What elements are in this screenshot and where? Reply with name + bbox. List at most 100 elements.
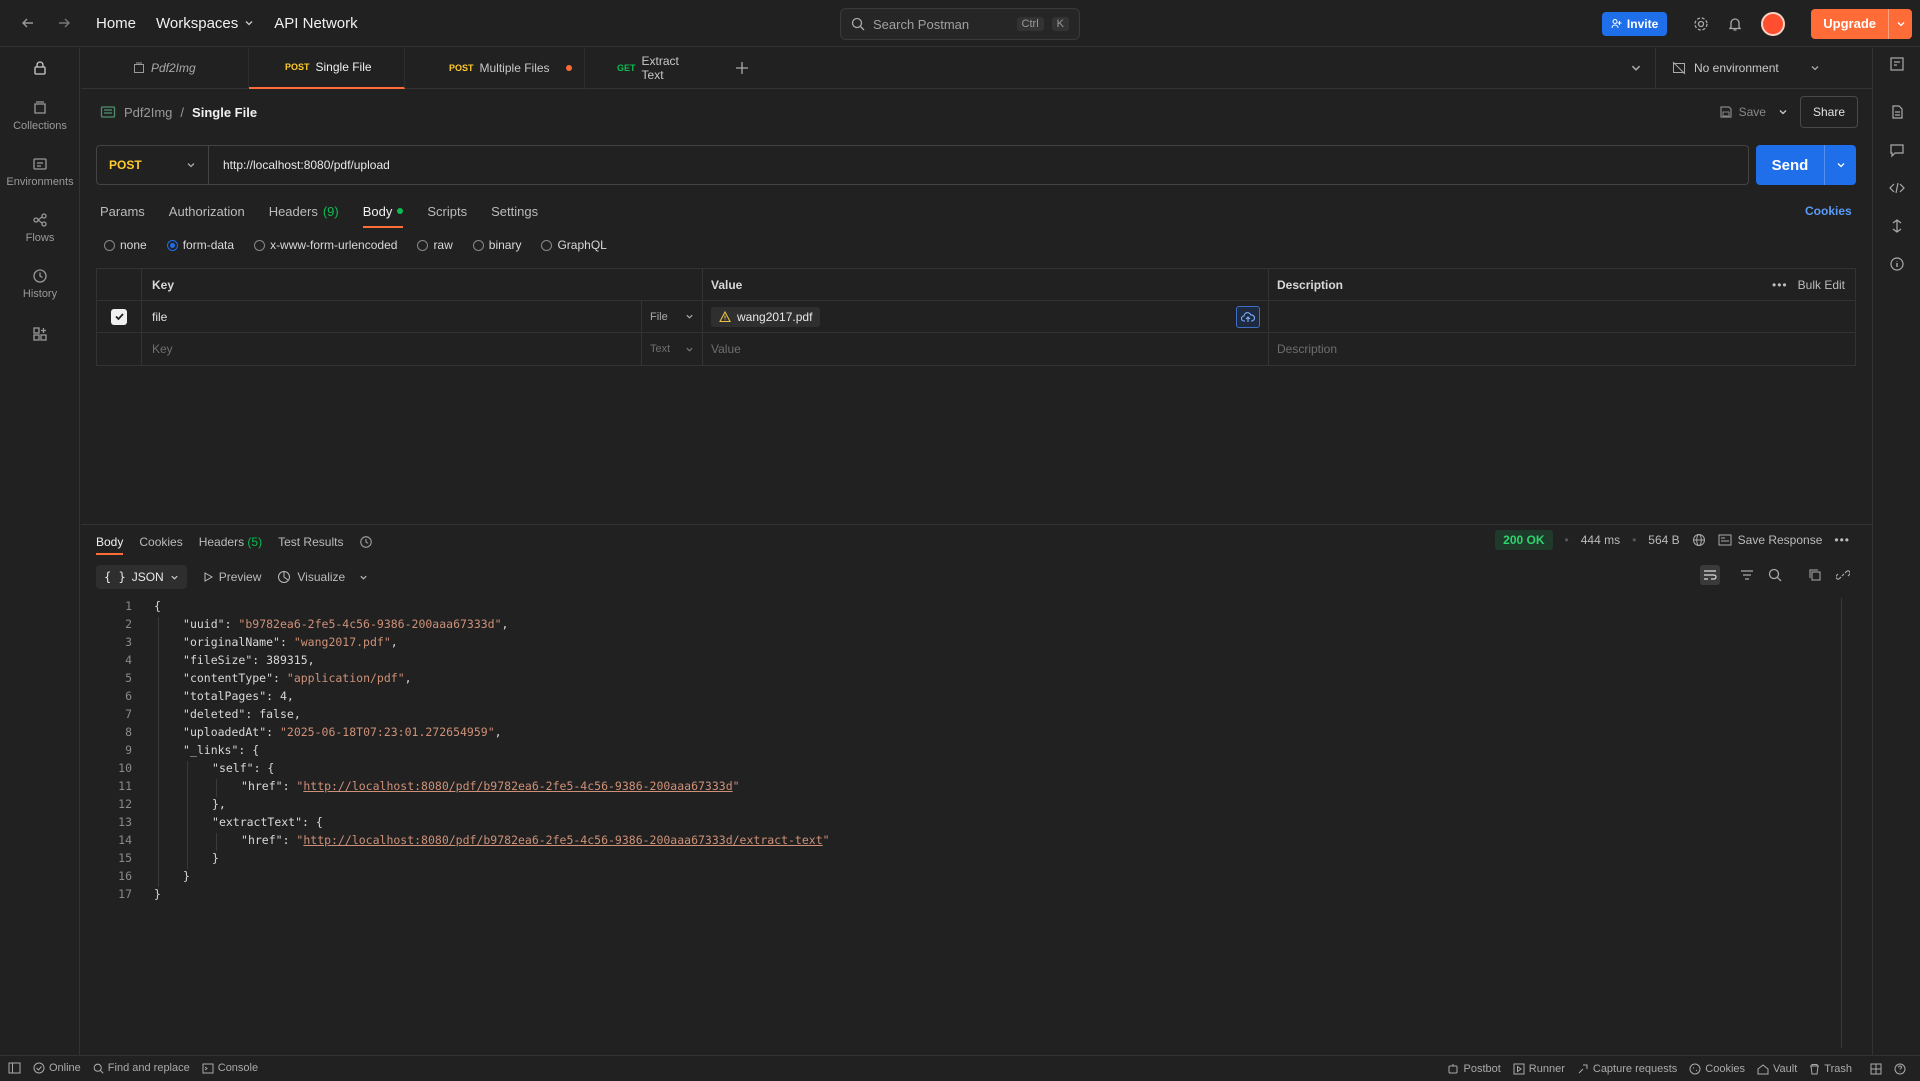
tab-scripts[interactable]: Scripts [427, 198, 467, 224]
format-select[interactable]: { } JSON [96, 565, 187, 589]
toggle-sidebar-icon[interactable] [0, 1062, 27, 1074]
help-icon[interactable] [1888, 1063, 1912, 1075]
tab-pdf2img[interactable]: Pdf2Img [81, 47, 249, 89]
row-key[interactable]: file [142, 301, 642, 332]
runner-button[interactable]: Runner [1507, 1063, 1571, 1075]
body-type-none[interactable]: none [104, 238, 147, 252]
tab-headers[interactable]: Headers (9) [269, 198, 339, 224]
upload-cloud-icon[interactable] [1236, 305, 1260, 328]
share-button[interactable]: Share [1799, 96, 1858, 128]
row-description[interactable] [1269, 301, 1855, 332]
online-status[interactable]: Online [27, 1062, 87, 1074]
copy-icon[interactable] [1808, 568, 1822, 582]
row-type-select[interactable]: File [642, 301, 703, 332]
tab-params[interactable]: Params [100, 198, 145, 224]
find-replace-button[interactable]: Find and replace [87, 1062, 196, 1074]
chevron-down-icon[interactable] [1888, 8, 1912, 39]
sidebar-item-collections[interactable]: Collections [0, 88, 80, 144]
invite-button[interactable]: Invite [1601, 11, 1668, 36]
console-button[interactable]: Console [196, 1062, 264, 1074]
configure-workbench-icon[interactable] [0, 312, 80, 356]
description-input[interactable]: Description [1269, 333, 1855, 365]
response-tab-body[interactable]: Body [96, 535, 124, 555]
tab-extract-text[interactable]: GET Extract Text [585, 48, 711, 89]
preview-button[interactable]: Preview [203, 570, 261, 584]
upgrade-button[interactable]: Upgrade [1811, 8, 1912, 39]
sidebar-item-environments[interactable]: Environments [0, 144, 80, 200]
body-type-form-data[interactable]: form-data [166, 238, 234, 252]
method-select[interactable]: POST [97, 146, 209, 184]
response-tab-headers[interactable]: Headers (5) [199, 535, 262, 549]
json-link[interactable]: http://localhost:8080/pdf/b9782ea6-2fe5-… [303, 833, 822, 847]
wrap-lines-icon[interactable] [1700, 565, 1720, 585]
response-size[interactable]: 564 B [1648, 533, 1679, 547]
save-button[interactable]: Save [1719, 105, 1766, 119]
cookies-link[interactable]: Cookies [1805, 204, 1852, 218]
capture-requests-button[interactable]: Capture requests [1571, 1063, 1683, 1075]
tab-authorization[interactable]: Authorization [169, 198, 245, 224]
response-tab-cookies[interactable]: Cookies [139, 535, 182, 549]
file-chip[interactable]: wang2017.pdf [711, 306, 821, 327]
link-icon[interactable] [1836, 568, 1850, 582]
body-type-binary[interactable]: binary [472, 238, 521, 252]
home-link[interactable]: Home [86, 15, 146, 32]
tab-settings[interactable]: Settings [491, 198, 538, 224]
breadcrumb-collection[interactable]: Pdf2Img [124, 105, 172, 120]
response-body-editor[interactable]: 1{2 "uuid": "b9782ea6-2fe5-4c56-9386-200a… [96, 597, 1840, 1047]
sidebar-item-history[interactable]: History [0, 256, 80, 312]
search-input[interactable]: Search Postman Ctrl K [840, 8, 1080, 40]
tab-multiple-files[interactable]: POST Multiple Files [405, 47, 585, 89]
lock-icon[interactable] [0, 48, 80, 88]
trash-button[interactable]: Trash [1803, 1063, 1858, 1075]
row-type-select[interactable]: Text [642, 333, 703, 365]
cookies-button[interactable]: Cookies [1683, 1063, 1751, 1075]
json-link[interactable]: http://localhost:8080/pdf/b9782ea6-2fe5-… [303, 779, 732, 793]
back-arrow-icon[interactable] [14, 9, 42, 37]
settings-gear-icon[interactable] [1693, 16, 1709, 32]
send-button[interactable]: Send [1756, 145, 1856, 185]
response-history-icon[interactable] [359, 535, 373, 549]
tab-body[interactable]: Body [362, 198, 404, 228]
layout-icon[interactable] [1864, 1063, 1888, 1075]
globe-icon[interactable] [1692, 533, 1706, 547]
save-response-button[interactable]: Save Response [1718, 533, 1822, 547]
body-type-raw[interactable]: raw [417, 238, 453, 252]
bulk-edit-button[interactable]: Bulk Edit [1798, 278, 1845, 292]
filter-icon[interactable] [1740, 568, 1754, 582]
related-collections-icon[interactable] [1889, 218, 1905, 234]
body-type-urlencoded[interactable]: x-www-form-urlencoded [254, 238, 397, 252]
vault-button[interactable]: Vault [1751, 1063, 1803, 1075]
avatar[interactable] [1761, 11, 1786, 36]
new-tab-plus-icon[interactable] [735, 61, 749, 75]
info-icon[interactable] [1889, 256, 1905, 272]
tab-single-file[interactable]: POST Single File [249, 47, 405, 89]
key-input[interactable]: Key [142, 333, 642, 365]
save-options-chevron-icon[interactable] [1778, 107, 1788, 117]
comments-icon[interactable] [1889, 142, 1905, 158]
row-checkbox[interactable] [97, 301, 142, 332]
tabs-overflow-chevron-icon[interactable] [1630, 62, 1642, 74]
url-input[interactable]: http://localhost:8080/pdf/upload [209, 158, 1748, 172]
more-options-icon[interactable]: ••• [1772, 278, 1788, 292]
response-tab-test-results[interactable]: Test Results [278, 535, 343, 549]
search-icon[interactable] [1768, 568, 1782, 582]
environment-quick-look-icon[interactable] [1889, 56, 1905, 72]
body-type-graphql[interactable]: GraphQL [541, 238, 607, 252]
status-badge[interactable]: 200 OK [1495, 530, 1553, 550]
editor-scrollbar[interactable] [1841, 598, 1842, 1048]
value-input[interactable]: Value [703, 333, 1269, 365]
code-icon[interactable] [1888, 180, 1905, 196]
documentation-icon[interactable] [1889, 104, 1905, 120]
response-time[interactable]: 444 ms [1581, 533, 1620, 547]
visualize-button[interactable]: Visualize [277, 570, 368, 584]
pane-divider[interactable] [81, 524, 1872, 525]
environment-selector[interactable]: No environment [1655, 48, 1820, 88]
postbot-button[interactable]: Postbot [1441, 1063, 1506, 1075]
api-network-link[interactable]: API Network [264, 15, 367, 32]
sidebar-item-flows[interactable]: Flows [0, 200, 80, 256]
send-options-chevron-icon[interactable] [1824, 145, 1856, 185]
workspaces-menu[interactable]: Workspaces [146, 15, 264, 32]
notifications-bell-icon[interactable] [1727, 16, 1743, 32]
more-options-icon[interactable]: ••• [1834, 533, 1850, 547]
forward-arrow-icon[interactable] [50, 9, 78, 37]
